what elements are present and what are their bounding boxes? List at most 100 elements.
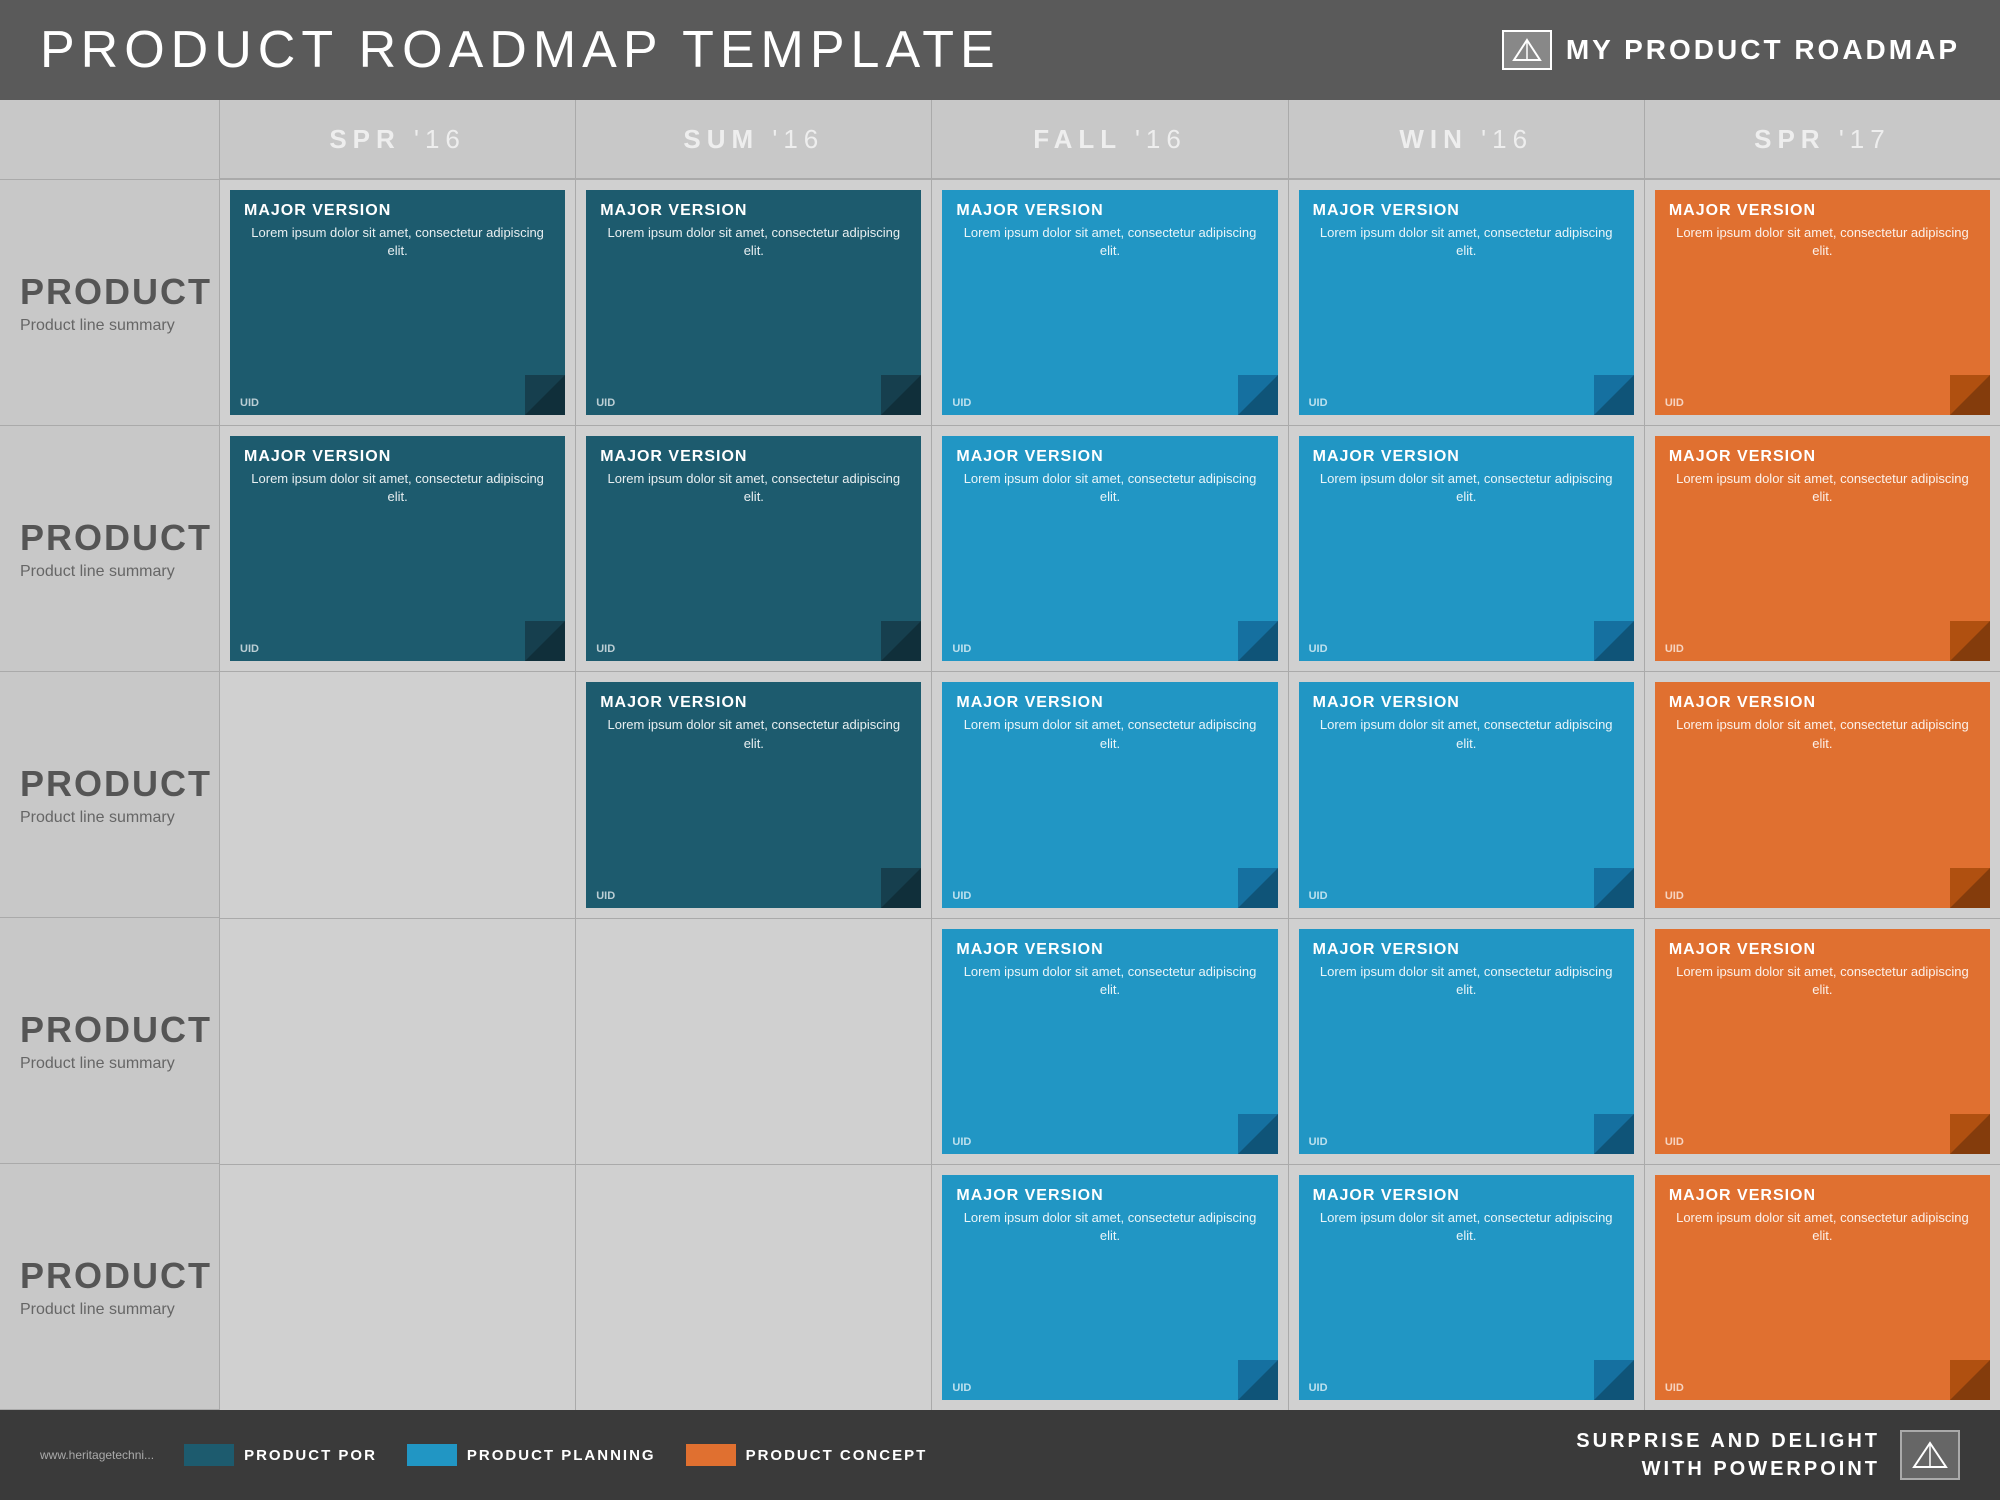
legend-item-0: PRODUCT POR xyxy=(184,1444,377,1466)
card-uid-1-2: UID xyxy=(952,643,971,655)
card-uid-0-2: UID xyxy=(952,397,971,409)
card-title-3-2: MAJOR VERSION xyxy=(956,941,1263,959)
card-uid-1-0: UID xyxy=(240,643,259,655)
card-uid-4-2: UID xyxy=(952,1382,971,1394)
card-title-0-2: MAJOR VERSION xyxy=(956,202,1263,220)
card-1-3: MAJOR VERSION Lorem ipsum dolor sit amet… xyxy=(1299,436,1634,661)
legend-item-1: PRODUCT PLANNING xyxy=(407,1444,656,1466)
card-1-4: MAJOR VERSION Lorem ipsum dolor sit amet… xyxy=(1655,436,1990,661)
card-body-1-4: Lorem ipsum dolor sit amet, consectetur … xyxy=(1669,470,1976,506)
card-corner-0-2 xyxy=(1238,375,1278,415)
col-header-0: SPR '16 xyxy=(220,100,576,180)
card-uid-0-4: UID xyxy=(1665,397,1684,409)
card-title-2-2: MAJOR VERSION xyxy=(956,694,1263,712)
card-corner-2-3 xyxy=(1594,868,1634,908)
data-cell-0-2: MAJOR VERSION Lorem ipsum dolor sit amet… xyxy=(932,180,1288,425)
data-cell-1-2: MAJOR VERSION Lorem ipsum dolor sit amet… xyxy=(932,426,1288,671)
card-corner-1-2 xyxy=(1238,621,1278,661)
col-header-text-4: SPR '17 xyxy=(1754,124,1891,155)
card-title-0-0: MAJOR VERSION xyxy=(244,202,551,220)
card-title-3-3: MAJOR VERSION xyxy=(1313,941,1620,959)
card-title-0-4: MAJOR VERSION xyxy=(1669,202,1976,220)
card-corner-3-4 xyxy=(1950,1114,1990,1154)
data-cell-2-0 xyxy=(220,672,576,917)
brand-icon xyxy=(1502,30,1552,70)
card-body-4-4: Lorem ipsum dolor sit amet, consectetur … xyxy=(1669,1209,1976,1245)
card-body-1-1: Lorem ipsum dolor sit amet, consectetur … xyxy=(600,470,907,506)
data-cell-3-4: MAJOR VERSION Lorem ipsum dolor sit amet… xyxy=(1645,919,2000,1164)
footer-tagline: SURPRISE AND DELIGHT WITH POWERPOINT xyxy=(1576,1427,1960,1483)
data-cell-2-4: MAJOR VERSION Lorem ipsum dolor sit amet… xyxy=(1645,672,2000,917)
data-cell-0-4: MAJOR VERSION Lorem ipsum dolor sit amet… xyxy=(1645,180,2000,425)
col-header-1: SUM '16 xyxy=(576,100,932,180)
card-body-2-2: Lorem ipsum dolor sit amet, consectetur … xyxy=(956,716,1263,752)
card-corner-3-2 xyxy=(1238,1114,1278,1154)
data-cell-1-0: MAJOR VERSION Lorem ipsum dolor sit amet… xyxy=(220,426,576,671)
card-body-4-2: Lorem ipsum dolor sit amet, consectetur … xyxy=(956,1209,1263,1245)
col-header-text-1: SUM '16 xyxy=(683,124,824,155)
product-name-1: PRODUCT xyxy=(20,517,199,559)
card-body-0-4: Lorem ipsum dolor sit amet, consectetur … xyxy=(1669,224,1976,260)
data-cell-0-1: MAJOR VERSION Lorem ipsum dolor sit amet… xyxy=(576,180,932,425)
legend-item-2: PRODUCT CONCEPT xyxy=(686,1444,928,1466)
card-uid-3-3: UID xyxy=(1309,1136,1328,1148)
data-cell-1-1: MAJOR VERSION Lorem ipsum dolor sit amet… xyxy=(576,426,932,671)
card-body-1-2: Lorem ipsum dolor sit amet, consectetur … xyxy=(956,470,1263,506)
card-uid-2-2: UID xyxy=(952,890,971,902)
card-corner-0-0 xyxy=(525,375,565,415)
card-body-1-3: Lorem ipsum dolor sit amet, consectetur … xyxy=(1313,470,1620,506)
product-name-2: PRODUCT xyxy=(20,763,199,805)
card-corner-1-3 xyxy=(1594,621,1634,661)
legend-box-0 xyxy=(184,1444,234,1466)
data-row-1: MAJOR VERSION Lorem ipsum dolor sit amet… xyxy=(220,426,2000,672)
tagline-text: SURPRISE AND DELIGHT WITH POWERPOINT xyxy=(1576,1427,1880,1483)
footer-logo xyxy=(1900,1430,1960,1480)
column-headers: SPR '16 SUM '16 FALL '16WIN '16 SPR '17 xyxy=(220,100,2000,180)
card-1-2: MAJOR VERSION Lorem ipsum dolor sit amet… xyxy=(942,436,1277,661)
col-header-2: FALL '16 xyxy=(932,100,1288,180)
card-body-0-2: Lorem ipsum dolor sit amet, consectetur … xyxy=(956,224,1263,260)
card-corner-2-1 xyxy=(881,868,921,908)
header: PRODUCT ROADMAP TEMPLATE MY PRODUCT ROAD… xyxy=(0,0,2000,100)
brand-label: MY PRODUCT ROADMAP xyxy=(1566,34,1960,66)
card-body-3-3: Lorem ipsum dolor sit amet, consectetur … xyxy=(1313,963,1620,999)
product-name-4: PRODUCT xyxy=(20,1255,199,1297)
legend-label-0: PRODUCT POR xyxy=(244,1447,377,1464)
card-title-4-4: MAJOR VERSION xyxy=(1669,1187,1976,1205)
product-label-2: PRODUCT Product line summary xyxy=(0,672,220,918)
data-cell-4-1 xyxy=(576,1165,932,1410)
card-corner-4-2 xyxy=(1238,1360,1278,1400)
legend-box-1 xyxy=(407,1444,457,1466)
card-body-2-1: Lorem ipsum dolor sit amet, consectetur … xyxy=(600,716,907,752)
card-1-1: MAJOR VERSION Lorem ipsum dolor sit amet… xyxy=(586,436,921,661)
card-title-0-3: MAJOR VERSION xyxy=(1313,202,1620,220)
legend-box-2 xyxy=(686,1444,736,1466)
data-cell-0-3: MAJOR VERSION Lorem ipsum dolor sit amet… xyxy=(1289,180,1645,425)
data-cell-4-0 xyxy=(220,1165,576,1410)
product-name-3: PRODUCT xyxy=(20,1009,199,1051)
card-corner-4-4 xyxy=(1950,1360,1990,1400)
data-row-2: MAJOR VERSION Lorem ipsum dolor sit amet… xyxy=(220,672,2000,918)
card-title-0-1: MAJOR VERSION xyxy=(600,202,907,220)
card-uid-4-3: UID xyxy=(1309,1382,1328,1394)
col-header-text-0: SPR '16 xyxy=(329,124,466,155)
card-0-0: MAJOR VERSION Lorem ipsum dolor sit amet… xyxy=(230,190,565,415)
product-label-0: PRODUCT Product line summary xyxy=(0,180,220,426)
card-body-3-2: Lorem ipsum dolor sit amet, consectetur … xyxy=(956,963,1263,999)
card-body-3-4: Lorem ipsum dolor sit amet, consectetur … xyxy=(1669,963,1976,999)
data-row-4: MAJOR VERSION Lorem ipsum dolor sit amet… xyxy=(220,1165,2000,1410)
data-row-0: MAJOR VERSION Lorem ipsum dolor sit amet… xyxy=(220,180,2000,426)
col-header-3: WIN '16 xyxy=(1289,100,1645,180)
data-cell-1-3: MAJOR VERSION Lorem ipsum dolor sit amet… xyxy=(1289,426,1645,671)
card-uid-1-3: UID xyxy=(1309,643,1328,655)
legend-label-1: PRODUCT PLANNING xyxy=(467,1447,656,1464)
card-title-1-3: MAJOR VERSION xyxy=(1313,448,1620,466)
card-4-2: MAJOR VERSION Lorem ipsum dolor sit amet… xyxy=(942,1175,1277,1400)
data-rows: MAJOR VERSION Lorem ipsum dolor sit amet… xyxy=(220,180,2000,1410)
data-row-3: MAJOR VERSION Lorem ipsum dolor sit amet… xyxy=(220,919,2000,1165)
card-uid-4-4: UID xyxy=(1665,1382,1684,1394)
card-corner-0-4 xyxy=(1950,375,1990,415)
card-uid-2-4: UID xyxy=(1665,890,1684,902)
card-uid-2-3: UID xyxy=(1309,890,1328,902)
card-0-3: MAJOR VERSION Lorem ipsum dolor sit amet… xyxy=(1299,190,1634,415)
